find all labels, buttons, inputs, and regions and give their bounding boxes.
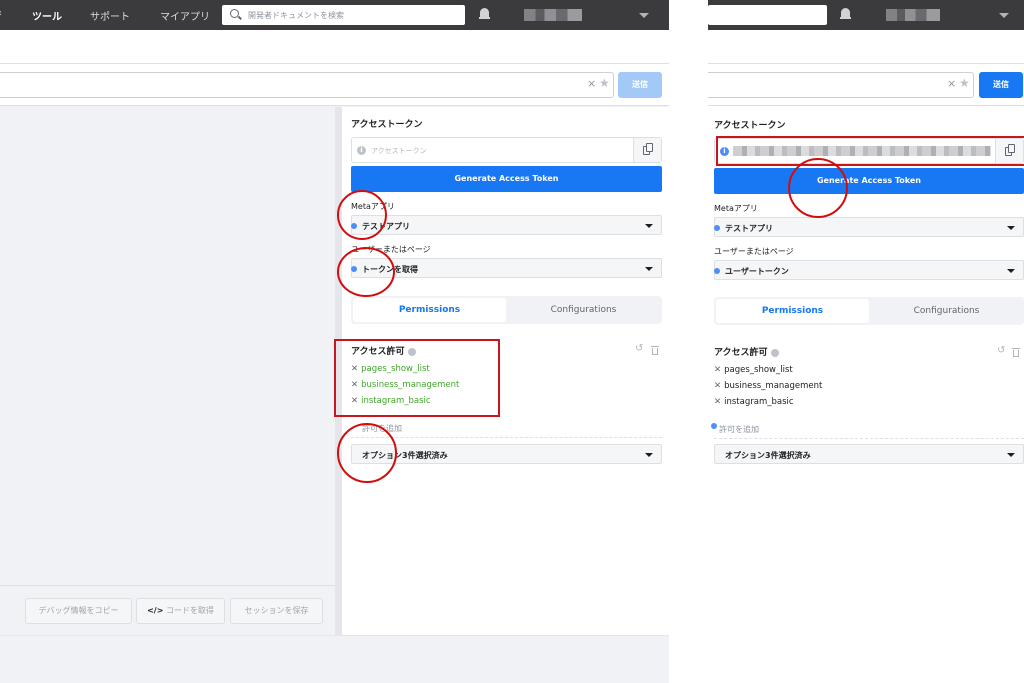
meta-app-select[interactable]: テストアプリ (714, 217, 1024, 237)
annotation-box (716, 136, 1024, 166)
generate-access-token-button[interactable]: Generate Access Token (714, 168, 1024, 194)
permission-item[interactable]: ✕ business_management (714, 381, 822, 391)
tab-configurations[interactable]: Configurations (507, 298, 660, 322)
clear-icon[interactable]: × (947, 77, 956, 90)
search-icon (230, 9, 239, 18)
screenshot-before: ‹ ツール サポート マイアプリ 開発者ドキュメントを検索 × ★ 送信 デバッ… (0, 0, 669, 683)
status-dot (711, 423, 717, 429)
permission-item[interactable]: ✕ pages_show_list (714, 365, 793, 375)
screenshot-after: × ★ 送信 アクセストークン i Generate Access Token … (708, 0, 1024, 683)
panel-tabs: Permissions Configurations (714, 297, 1024, 325)
info-icon: i (357, 146, 366, 155)
chevron-down-icon (645, 453, 653, 457)
chevron-down-icon (1007, 453, 1015, 457)
bottom-strip (0, 635, 669, 683)
trash-icon[interactable] (1012, 348, 1020, 357)
nav-my-apps[interactable]: マイアプリ (160, 8, 210, 23)
clear-icon[interactable]: × (587, 77, 596, 90)
nav-support[interactable]: サポート (90, 8, 130, 23)
divider (351, 437, 662, 438)
access-token-input[interactable]: i アクセストークン (351, 137, 662, 163)
send-button[interactable]: 送信 (618, 72, 662, 98)
user-or-page-select[interactable]: トークンを取得 (351, 258, 662, 278)
search-placeholder: 開発者ドキュメントを検索 (248, 11, 344, 20)
panel-tabs: Permissions Configurations (351, 296, 662, 324)
get-code-button[interactable]: </> コードを取得 (136, 598, 225, 624)
chevron-down-icon (1007, 269, 1015, 273)
bell-icon[interactable] (840, 8, 851, 20)
add-permission-label[interactable]: 許可を追加 (719, 424, 759, 435)
save-session-button[interactable]: セッションを保存 (230, 598, 323, 624)
remove-icon: ✕ (714, 381, 722, 391)
gap (669, 0, 708, 683)
request-url-input[interactable]: × ★ (0, 72, 614, 98)
explorer-footer: デバッグ情報をコピー </> コードを取得 セッションを保存 (0, 585, 335, 635)
settings-panel: アクセストークン i アクセストークン Generate Access Toke… (334, 107, 669, 635)
star-icon[interactable]: ★ (599, 76, 610, 90)
bottom-strip (708, 635, 1024, 683)
annotation-circle (337, 247, 395, 297)
permission-options-select[interactable]: オプション3件選択済み (714, 444, 1024, 464)
info-icon (770, 348, 779, 357)
tab-permissions[interactable]: Permissions (353, 298, 506, 322)
top-navigation-bar (708, 0, 1024, 30)
chevron-down-icon (1007, 226, 1015, 230)
trash-icon[interactable] (651, 346, 659, 355)
annotation-circle (337, 190, 387, 240)
tab-permissions[interactable]: Permissions (716, 299, 869, 323)
docs-search-input[interactable]: 開発者ドキュメントを検索 (222, 5, 465, 25)
top-navigation-bar: ‹ ツール サポート マイアプリ 開発者ドキュメントを検索 (0, 0, 669, 30)
sub-header (708, 30, 1024, 64)
sub-header (0, 30, 669, 64)
access-token-title: アクセストークン (714, 121, 786, 131)
tab-configurations[interactable]: Configurations (870, 299, 1023, 323)
meta-app-select[interactable]: テストアプリ (351, 215, 662, 235)
response-area (0, 107, 335, 635)
bell-icon[interactable] (479, 8, 490, 20)
meta-app-value: テストアプリ (725, 224, 773, 233)
meta-app-label: Metaアプリ (714, 204, 758, 213)
permissions-title: アクセス許可 (714, 345, 779, 358)
annotation-box (334, 339, 500, 417)
chevron-down-icon (645, 267, 653, 271)
divider (714, 438, 1024, 439)
generate-access-token-button[interactable]: Generate Access Token (351, 166, 662, 192)
status-dot (714, 225, 720, 231)
account-avatar-pixelated[interactable] (524, 9, 582, 21)
chevron-down-icon (645, 224, 653, 228)
annotation-circle (788, 158, 848, 218)
nav-tools[interactable]: ツール (32, 8, 62, 23)
code-icon: </> (147, 606, 164, 615)
remove-icon: ✕ (714, 397, 722, 407)
user-or-page-value: ユーザートークン (725, 267, 789, 276)
permission-options-select[interactable]: オプション3件選択済み (351, 444, 662, 464)
request-url-row: × ★ 送信 (0, 64, 669, 106)
copy-debug-info-button[interactable]: デバッグ情報をコピー (25, 598, 132, 624)
permission-item[interactable]: ✕ instagram_basic (714, 397, 794, 407)
undo-icon[interactable]: ↺ (635, 343, 643, 354)
copy-icon[interactable] (633, 138, 661, 162)
send-button[interactable]: 送信 (979, 72, 1023, 98)
user-or-page-select[interactable]: ユーザートークン (714, 260, 1024, 280)
settings-panel: アクセストークン i Generate Access Token Metaアプリ… (708, 107, 1024, 635)
access-token-title: アクセストークン (351, 120, 423, 130)
access-token-placeholder: アクセストークン (371, 147, 427, 155)
undo-icon[interactable]: ↺ (997, 345, 1005, 356)
annotation-circle (337, 423, 397, 483)
nav-back-fragment: ‹ (0, 8, 2, 19)
status-dot (714, 268, 720, 274)
remove-icon: ✕ (714, 365, 722, 375)
get-code-label: コードを取得 (165, 606, 214, 615)
account-avatar-pixelated[interactable] (886, 9, 940, 21)
permission-options-value: オプション3件選択済み (725, 451, 811, 460)
user-or-page-label: ユーザーまたはページ (714, 247, 794, 256)
account-menu-chevron-down-icon[interactable] (639, 13, 649, 18)
account-menu-chevron-down-icon[interactable] (999, 13, 1009, 18)
request-url-input[interactable]: × ★ (708, 72, 974, 98)
request-url-row: × ★ 送信 (708, 64, 1024, 106)
docs-search-input[interactable] (708, 5, 827, 25)
star-icon[interactable]: ★ (959, 76, 970, 90)
